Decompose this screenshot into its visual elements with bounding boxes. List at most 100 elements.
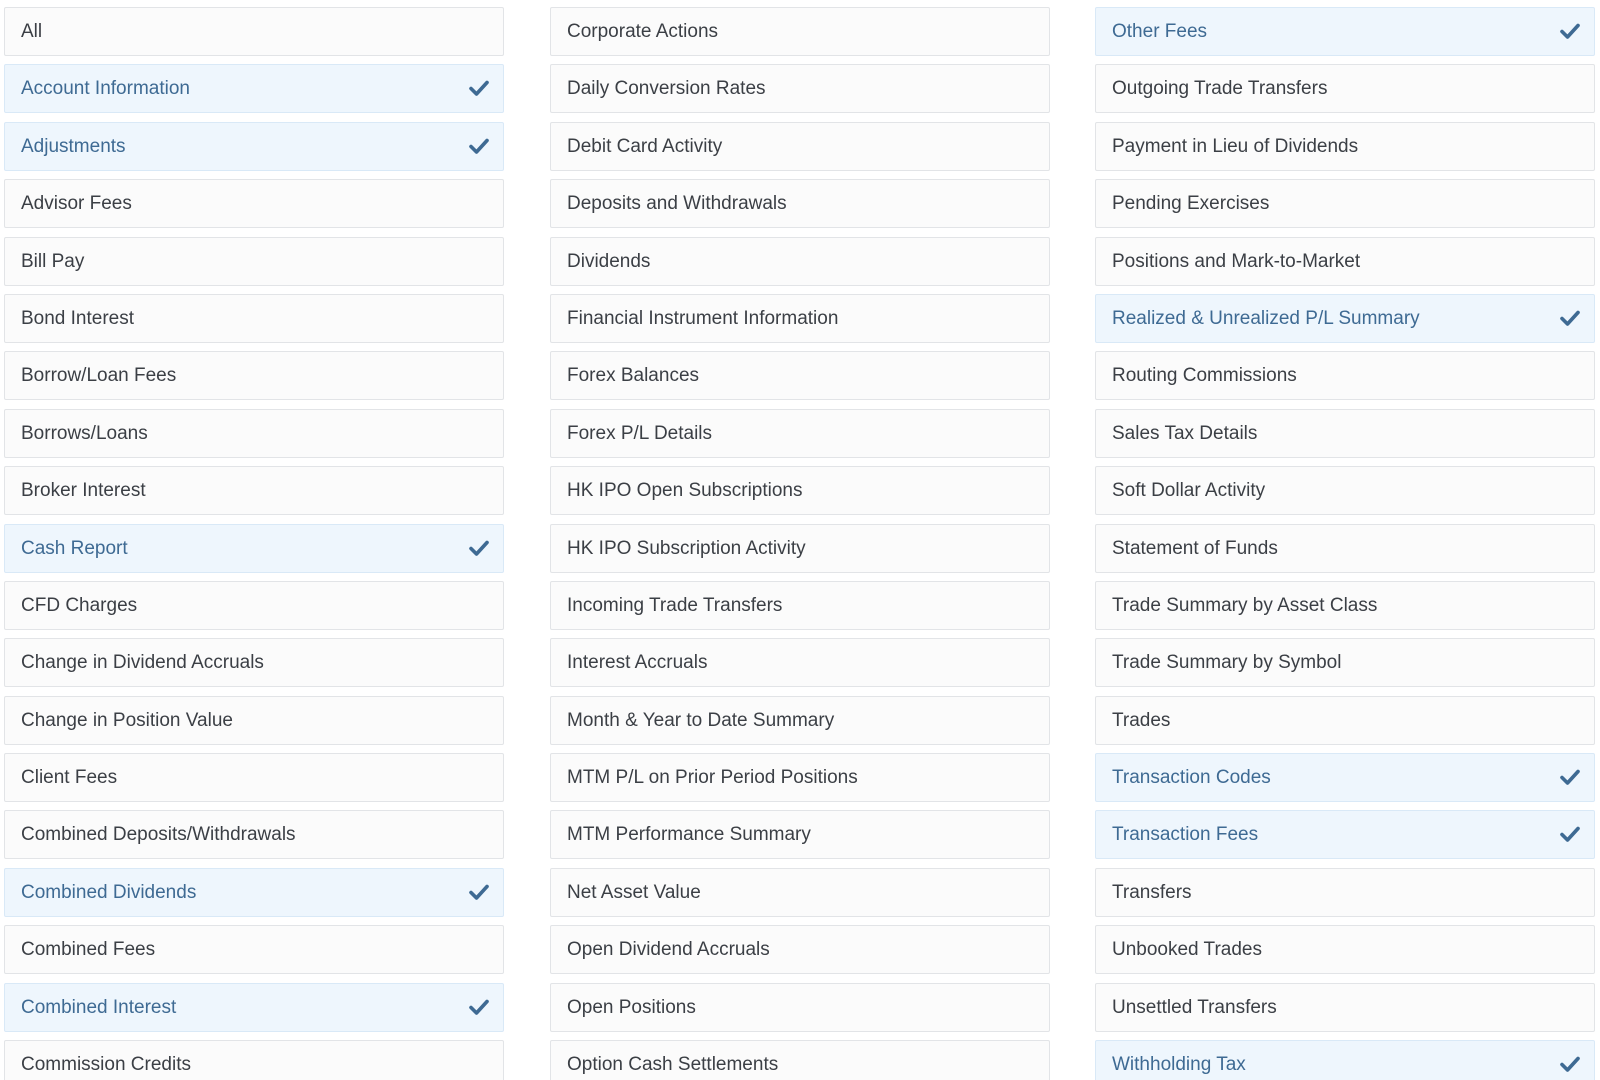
section-option-pending-exercises[interactable]: Pending Exercises [1095, 179, 1595, 229]
section-option-label: Withholding Tax [1112, 1054, 1246, 1076]
section-option-label: HK IPO Subscription Activity [567, 537, 806, 559]
section-option-label: Trade Summary by Symbol [1112, 652, 1342, 674]
section-option-client-fees[interactable]: Client Fees [4, 753, 504, 803]
section-option-combined-dividends[interactable]: Combined Dividends [4, 867, 504, 917]
section-option-advisor-fees[interactable]: Advisor Fees [4, 179, 504, 229]
section-option-label: Open Dividend Accruals [567, 939, 770, 961]
section-option-interest-accruals[interactable]: Interest Accruals [550, 638, 1050, 688]
section-option-deposits-and-withdrawals[interactable]: Deposits and Withdrawals [550, 179, 1050, 229]
section-option-net-asset-value[interactable]: Net Asset Value [550, 867, 1050, 917]
checkmark-icon [469, 884, 489, 900]
checkmark-icon [1560, 769, 1580, 785]
section-option-bill-pay[interactable]: Bill Pay [4, 236, 504, 286]
section-option-label: Trade Summary by Asset Class [1112, 594, 1378, 616]
checkmark-icon [469, 81, 489, 97]
section-option-all[interactable]: All [4, 7, 504, 56]
section-option-forex-balances[interactable]: Forex Balances [550, 351, 1050, 401]
checkmark-icon [1560, 310, 1580, 326]
section-option-label: Client Fees [21, 767, 118, 789]
section-option-label: Daily Conversion Rates [567, 78, 766, 100]
section-option-label: Pending Exercises [1112, 193, 1270, 215]
section-option-broker-interest[interactable]: Broker Interest [4, 466, 504, 516]
section-option-hk-ipo-subscription-activity[interactable]: HK IPO Subscription Activity [550, 523, 1050, 573]
section-option-label: Transaction Codes [1112, 767, 1271, 789]
section-option-financial-instrument-information[interactable]: Financial Instrument Information [550, 293, 1050, 343]
section-option-trade-summary-by-asset-class[interactable]: Trade Summary by Asset Class [1095, 580, 1595, 630]
section-option-daily-conversion-rates[interactable]: Daily Conversion Rates [550, 64, 1050, 114]
section-option-label: Change in Dividend Accruals [21, 652, 264, 674]
section-option-open-dividend-accruals[interactable]: Open Dividend Accruals [550, 925, 1050, 975]
section-option-realized-and-unrealized-p-l-summary[interactable]: Realized & Unrealized P/L Summary [1095, 293, 1595, 343]
section-option-transaction-codes[interactable]: Transaction Codes [1095, 753, 1595, 803]
section-option-routing-commissions[interactable]: Routing Commissions [1095, 351, 1595, 401]
section-option-label: Financial Instrument Information [567, 307, 839, 329]
section-option-label: Unbooked Trades [1112, 939, 1262, 961]
section-option-borrow-loan-fees[interactable]: Borrow/Loan Fees [4, 351, 504, 401]
section-option-unbooked-trades[interactable]: Unbooked Trades [1095, 925, 1595, 975]
section-option-borrows-loans[interactable]: Borrows/Loans [4, 408, 504, 458]
section-option-statement-of-funds[interactable]: Statement of Funds [1095, 523, 1595, 573]
section-option-payment-in-lieu-of-dividends[interactable]: Payment in Lieu of Dividends [1095, 121, 1595, 171]
section-option-label: Cash Report [21, 537, 128, 559]
section-option-commission-credits[interactable]: Commission Credits [4, 1040, 504, 1080]
section-option-label: Debit Card Activity [567, 135, 723, 157]
section-option-label: Combined Dividends [21, 881, 197, 903]
section-option-label: Bond Interest [21, 307, 135, 329]
section-option-withholding-tax[interactable]: Withholding Tax [1095, 1040, 1595, 1080]
section-option-bond-interest[interactable]: Bond Interest [4, 293, 504, 343]
section-option-combined-deposits-withdrawals[interactable]: Combined Deposits/Withdrawals [4, 810, 504, 860]
section-option-open-positions[interactable]: Open Positions [550, 982, 1050, 1032]
section-option-transfers[interactable]: Transfers [1095, 867, 1595, 917]
section-option-hk-ipo-open-subscriptions[interactable]: HK IPO Open Subscriptions [550, 466, 1050, 516]
section-option-other-fees[interactable]: Other Fees [1095, 7, 1595, 56]
section-option-option-cash-settlements[interactable]: Option Cash Settlements [550, 1040, 1050, 1080]
section-option-label: Combined Fees [21, 939, 156, 961]
section-option-label: Month & Year to Date Summary [567, 709, 835, 731]
section-option-sales-tax-details[interactable]: Sales Tax Details [1095, 408, 1595, 458]
section-option-positions-and-mark-to-market[interactable]: Positions and Mark-to-Market [1095, 236, 1595, 286]
checkmark-icon [1560, 1056, 1580, 1072]
section-option-trade-summary-by-symbol[interactable]: Trade Summary by Symbol [1095, 638, 1595, 688]
section-option-label: Unsettled Transfers [1112, 996, 1277, 1018]
section-option-account-information[interactable]: Account Information [4, 64, 504, 114]
sections-column-1: All Account Information Adjustments Advi… [4, 7, 504, 1080]
section-option-label: Outgoing Trade Transfers [1112, 78, 1328, 100]
section-option-label: Corporate Actions [567, 21, 719, 42]
section-option-mtm-performance-summary[interactable]: MTM Performance Summary [550, 810, 1050, 860]
section-option-cash-report[interactable]: Cash Report [4, 523, 504, 573]
sections-column-3: Other Fees Outgoing Trade Transfers Paym… [1095, 7, 1595, 1080]
section-option-adjustments[interactable]: Adjustments [4, 121, 504, 171]
section-option-label: Incoming Trade Transfers [567, 594, 783, 616]
section-option-label: Positions and Mark-to-Market [1112, 250, 1361, 272]
section-option-change-in-position-value[interactable]: Change in Position Value [4, 695, 504, 745]
section-option-corporate-actions[interactable]: Corporate Actions [550, 7, 1050, 56]
section-option-label: Change in Position Value [21, 709, 233, 731]
section-option-cfd-charges[interactable]: CFD Charges [4, 580, 504, 630]
section-option-label: Payment in Lieu of Dividends [1112, 135, 1359, 157]
section-option-label: MTM Performance Summary [567, 824, 811, 846]
section-option-combined-fees[interactable]: Combined Fees [4, 925, 504, 975]
section-option-label: Account Information [21, 78, 190, 100]
section-option-debit-card-activity[interactable]: Debit Card Activity [550, 121, 1050, 171]
section-option-mtm-p-l-on-prior-period-positions[interactable]: MTM P/L on Prior Period Positions [550, 753, 1050, 803]
section-option-label: Interest Accruals [567, 652, 708, 674]
section-option-month-and-year-to-date-summary[interactable]: Month & Year to Date Summary [550, 695, 1050, 745]
section-option-incoming-trade-transfers[interactable]: Incoming Trade Transfers [550, 580, 1050, 630]
section-option-label: Sales Tax Details [1112, 422, 1258, 444]
section-option-outgoing-trade-transfers[interactable]: Outgoing Trade Transfers [1095, 64, 1595, 114]
section-option-label: Bill Pay [21, 250, 85, 272]
section-option-label: Combined Interest [21, 996, 177, 1018]
section-option-forex-p-l-details[interactable]: Forex P/L Details [550, 408, 1050, 458]
section-option-label: Deposits and Withdrawals [567, 193, 787, 215]
section-selection-grid: All Account Information Adjustments Advi… [0, 0, 1600, 1080]
section-option-transaction-fees[interactable]: Transaction Fees [1095, 810, 1595, 860]
section-option-unsettled-transfers[interactable]: Unsettled Transfers [1095, 982, 1595, 1032]
section-option-change-in-dividend-accruals[interactable]: Change in Dividend Accruals [4, 638, 504, 688]
section-option-trades[interactable]: Trades [1095, 695, 1595, 745]
section-option-label: Net Asset Value [567, 881, 701, 903]
section-option-soft-dollar-activity[interactable]: Soft Dollar Activity [1095, 466, 1595, 516]
section-option-dividends[interactable]: Dividends [550, 236, 1050, 286]
section-option-label: Borrows/Loans [21, 422, 148, 444]
section-option-combined-interest[interactable]: Combined Interest [4, 982, 504, 1032]
section-option-label: Other Fees [1112, 21, 1208, 42]
